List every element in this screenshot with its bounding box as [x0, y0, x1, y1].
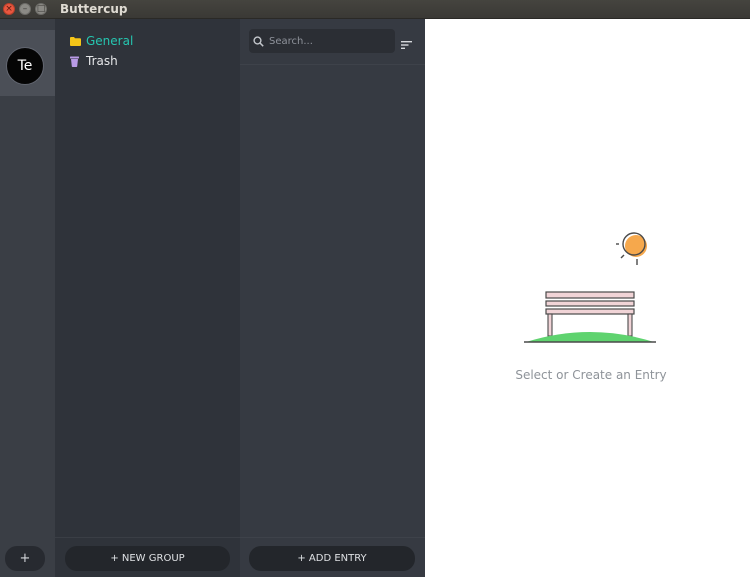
search-icon [253, 35, 265, 47]
grass-icon [526, 332, 654, 342]
add-entry-button[interactable]: + ADD ENTRY [249, 546, 415, 571]
empty-state-message: Select or Create an Entry [515, 368, 667, 382]
trash-icon [70, 55, 82, 67]
group-item-general[interactable]: General [70, 33, 133, 49]
add-vault-button[interactable]: + [5, 546, 45, 571]
close-window-button[interactable]: × [3, 3, 15, 15]
new-group-button[interactable]: + NEW GROUP [65, 546, 230, 571]
minimize-window-button[interactable]: – [19, 3, 31, 15]
sort-icon[interactable] [401, 35, 413, 49]
entries-panel: + ADD ENTRY [240, 19, 425, 577]
divider [55, 537, 240, 538]
title-bar: × – □ Buttercup [0, 0, 750, 19]
maximize-window-button[interactable]: □ [35, 3, 47, 15]
bench-icon [545, 291, 635, 337]
group-item-trash[interactable]: Trash [70, 53, 118, 69]
group-label: General [86, 34, 134, 48]
divider [240, 537, 425, 538]
search-input[interactable] [267, 34, 391, 48]
groups-panel: General Trash + NEW GROUP [55, 19, 240, 577]
vault-sidebar: Te + [0, 19, 55, 577]
window-title: Buttercup [60, 2, 128, 16]
group-label: Trash [86, 54, 118, 68]
vault-item[interactable]: Te [0, 30, 55, 96]
divider [240, 64, 425, 65]
bench-illustration [524, 232, 656, 343]
search-box[interactable] [249, 29, 395, 53]
sun-icon [616, 232, 647, 265]
entry-detail-pane: Select or Create an Entry [425, 19, 750, 577]
vault-avatar[interactable]: Te [6, 47, 44, 85]
folder-icon [70, 35, 82, 47]
